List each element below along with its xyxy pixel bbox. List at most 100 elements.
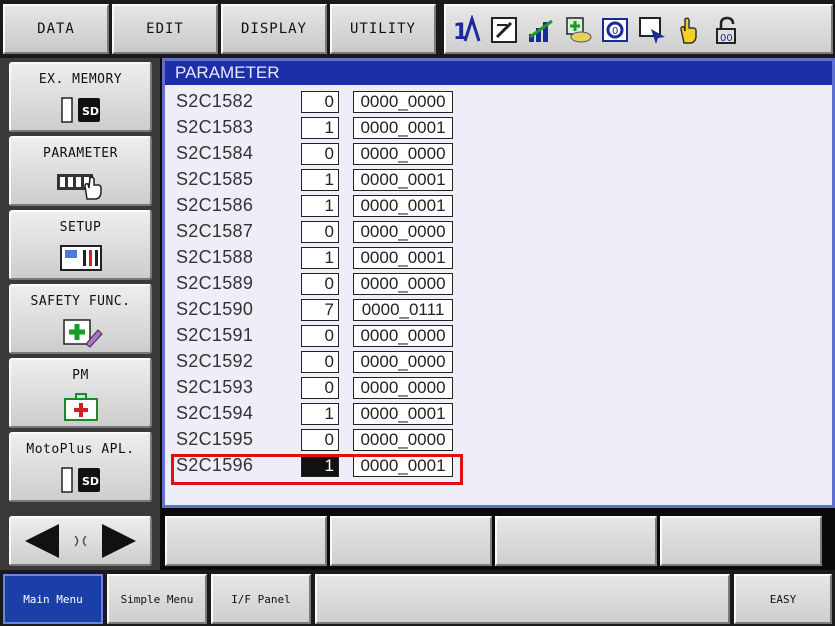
panel-title: PARAMETER — [165, 61, 832, 85]
function-key-3[interactable] — [495, 516, 657, 566]
sd-card-icon: SD — [60, 97, 100, 123]
parameter-name: S2C1584 — [176, 143, 254, 163]
parameter-value-field[interactable]: 0 — [301, 221, 339, 243]
parameter-binary-field[interactable]: 0000_0001 — [353, 169, 453, 191]
monitor-cursor-icon[interactable] — [637, 15, 667, 45]
parameter-value-field[interactable]: 0 — [301, 325, 339, 347]
parameter-row[interactable]: S2C1584 0 0000_0000 — [165, 141, 465, 167]
parameter-value-field[interactable]: 0 — [301, 91, 339, 113]
parameter-binary-field[interactable]: 0000_0001 — [353, 117, 453, 139]
parameter-binary-field[interactable]: 0000_0000 — [353, 377, 453, 399]
function-key-1[interactable] — [165, 516, 327, 566]
parameter-binary-field[interactable]: 0000_0111 — [353, 299, 453, 321]
parameter-binary-field[interactable]: 0000_0000 — [353, 221, 453, 243]
function-key-4[interactable] — [660, 516, 822, 566]
parameter-binary-field[interactable]: 0000_0000 — [353, 351, 453, 373]
status-icon-bar: 1 0 00 — [444, 4, 833, 54]
parameter-row[interactable]: S2C1595 0 0000_0000 — [165, 427, 465, 453]
camera-view-icon[interactable]: 0 — [600, 15, 630, 45]
status-message-area — [315, 574, 730, 624]
setup-button[interactable]: SETUP — [9, 210, 152, 280]
parameter-row[interactable]: S2C1582 0 0000_0000 — [165, 89, 465, 115]
parameter-name: S2C1593 — [176, 377, 254, 397]
svg-text:SD: SD — [82, 105, 99, 118]
parameter-row[interactable]: S2C1589 0 0000_0000 — [165, 271, 465, 297]
parameter-binary-field[interactable]: 0000_0000 — [353, 429, 453, 451]
parameter-name: S2C1587 — [176, 221, 254, 241]
parameter-row[interactable]: S2C1585 1 0000_0001 — [165, 167, 465, 193]
parameter-binary-field[interactable]: 0000_0000 — [353, 325, 453, 347]
parameter-name: S2C1588 — [176, 247, 254, 267]
parameter-value-field[interactable]: 7 — [301, 299, 339, 321]
setup-label: SETUP — [59, 220, 102, 235]
sd-card-icon: SD — [60, 467, 100, 493]
parameter-value-field[interactable]: 1 — [301, 195, 339, 217]
parameter-value-field[interactable]: 1 — [301, 169, 339, 191]
parameter-label: PARAMETER — [43, 146, 118, 161]
function-key-row — [162, 512, 835, 570]
if-panel-button[interactable]: I/F Panel — [211, 574, 311, 624]
parameter-binary-field[interactable]: 0000_0000 — [353, 91, 453, 113]
edit-note-icon[interactable] — [489, 15, 519, 45]
parameter-row[interactable]: S2C1590 7 0000_0111 — [165, 297, 465, 323]
arrow-left-icon[interactable] — [25, 524, 59, 558]
parameter-value-field[interactable]: 1 — [301, 403, 339, 425]
safety-cross-icon — [62, 319, 103, 348]
parameter-value-field[interactable]: 0 — [301, 377, 339, 399]
safety-func-button[interactable]: SAFETY FUNC. — [9, 284, 152, 354]
dip-switch-icon — [56, 174, 102, 200]
simple-menu-button[interactable]: Simple Menu — [107, 574, 207, 624]
motoplus-apl-button[interactable]: MotoPlus APL. SD — [9, 432, 152, 502]
parameter-button[interactable]: PARAMETER — [9, 136, 152, 206]
parameter-name: S2C1591 — [176, 325, 254, 345]
language-switch-icon[interactable]: 1 — [452, 15, 482, 45]
ex-memory-label: EX. MEMORY — [38, 72, 123, 87]
parameter-binary-field[interactable]: 0000_0001 — [353, 247, 453, 269]
function-key-2[interactable] — [330, 516, 492, 566]
edit-menu-button[interactable]: EDIT — [112, 4, 218, 54]
parameter-row[interactable]: S2C1586 1 0000_0001 — [165, 193, 465, 219]
parameter-name: S2C1586 — [176, 195, 254, 215]
parameter-binary-field[interactable]: 0000_0001 — [353, 195, 453, 217]
display-menu-button[interactable]: DISPLAY — [221, 4, 327, 54]
arrow-right-icon[interactable] — [102, 524, 136, 558]
parameter-name: S2C1589 — [176, 273, 254, 293]
parameter-row[interactable]: S2C1594 1 0000_0001 — [165, 401, 465, 427]
setup-panel-icon — [59, 245, 102, 271]
main-menu-button[interactable]: Main Menu — [3, 574, 103, 624]
security-mode-icon[interactable]: 00 — [711, 15, 741, 45]
parameter-value-field[interactable]: 1 — [301, 117, 339, 139]
safety-func-label: SAFETY FUNC. — [30, 294, 131, 309]
parameter-value-field[interactable]: 0 — [301, 143, 339, 165]
utility-menu-button[interactable]: UTILITY — [330, 4, 436, 54]
parameter-row[interactable]: S2C1588 1 0000_0001 — [165, 245, 465, 271]
parameter-value-field[interactable]: 0 — [301, 273, 339, 295]
ex-memory-button[interactable]: EX. MEMORY SD — [9, 62, 152, 132]
page-arrows-graphic — [25, 524, 136, 558]
parameter-binary-field[interactable]: 0000_0000 — [353, 273, 453, 295]
parameter-name: S2C1590 — [176, 299, 254, 319]
svg-text:SD: SD — [82, 475, 99, 488]
hand-touch-icon[interactable] — [674, 15, 704, 45]
parameter-row[interactable]: S2C1587 0 0000_0000 — [165, 219, 465, 245]
parameter-value-field[interactable]: 0 — [301, 351, 339, 373]
parameter-name: S2C1595 — [176, 429, 254, 449]
motoplus-apl-label: MotoPlus APL. — [26, 442, 135, 457]
easy-button[interactable]: EASY — [734, 574, 832, 624]
parameter-row[interactable]: S2C1592 0 0000_0000 — [165, 349, 465, 375]
data-menu-button[interactable]: DATA — [3, 4, 109, 54]
parameter-row[interactable]: S2C1583 1 0000_0001 — [165, 115, 465, 141]
job-list-icon[interactable] — [563, 15, 593, 45]
signal-bars-icon[interactable] — [526, 15, 556, 45]
parameter-name: S2C1585 — [176, 169, 254, 189]
selected-row-highlight — [171, 454, 463, 485]
parameter-binary-field[interactable]: 0000_0000 — [353, 143, 453, 165]
parameter-value-field[interactable]: 0 — [301, 429, 339, 451]
parameter-name: S2C1582 — [176, 91, 254, 111]
parameter-binary-field[interactable]: 0000_0001 — [353, 403, 453, 425]
parameter-value-field[interactable]: 1 — [301, 247, 339, 269]
svg-text:0: 0 — [612, 26, 618, 37]
parameter-row[interactable]: S2C1593 0 0000_0000 — [165, 375, 465, 401]
parameter-row[interactable]: S2C1591 0 0000_0000 — [165, 323, 465, 349]
pm-button[interactable]: PM — [9, 358, 152, 428]
